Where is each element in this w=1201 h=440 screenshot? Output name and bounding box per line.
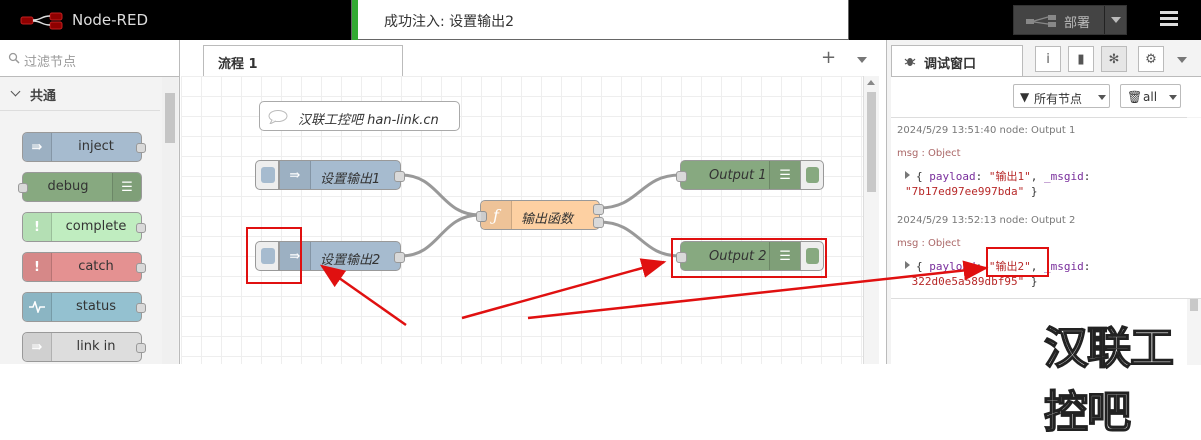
annotation-box-inject-button	[246, 227, 302, 284]
bug-icon[interactable]: ✻	[1101, 46, 1127, 72]
clear-dropdown[interactable]: 🗑 all	[1120, 84, 1181, 108]
node-label: 设置输出1	[320, 172, 381, 187]
annotation-box-output-2	[671, 238, 827, 278]
clear-label: all	[1143, 90, 1158, 104]
message-topic: msg : Object	[897, 238, 961, 249]
output-port[interactable]	[394, 171, 405, 182]
tab-menu-caret-icon[interactable]	[857, 57, 867, 63]
debug-toolbar: ▼ 所有节点 🗑 all	[891, 77, 1201, 118]
message-payload[interactable]: { payload: "输出1", _msgid: "7b17ed97ee997…	[905, 169, 1090, 199]
palette-filter-input[interactable]: 过滤节点	[24, 51, 76, 70]
filter-icon: ▼	[1020, 90, 1030, 104]
gear-icon[interactable]: ⚙	[1138, 46, 1164, 72]
function-icon: ƒ	[481, 201, 512, 229]
output-port	[136, 223, 146, 233]
main-menu-button[interactable]	[1152, 8, 1186, 32]
list-icon: ☰	[112, 173, 141, 201]
palette-scrollbar[interactable]	[162, 77, 178, 364]
palette-node-label: catch	[78, 259, 114, 274]
workspace-tabs: 流程 1 +	[181, 40, 878, 77]
deploy-label: 部署	[1064, 16, 1091, 31]
notification-text: 成功注入: 设置输出2	[384, 14, 515, 30]
palette-node-label: complete	[65, 219, 127, 234]
palette-node-label: debug	[47, 179, 89, 194]
input-port[interactable]	[676, 171, 687, 182]
exclamation-icon: !	[23, 253, 52, 281]
canvas-scrollbar[interactable]	[863, 76, 879, 364]
palette-node-link-in[interactable]: ⇛ link in	[22, 332, 146, 362]
tab-debug[interactable]: 调试窗口	[891, 45, 1023, 76]
chevron-down-icon	[10, 86, 21, 97]
list-icon: ☰	[769, 161, 800, 189]
node-label: 设置输出2	[320, 253, 381, 268]
speech-bubble-icon	[268, 110, 288, 124]
add-flow-icon[interactable]: +	[821, 47, 836, 68]
debug-node-output-1[interactable]: Output 1 ☰	[676, 160, 801, 190]
bug-icon	[904, 58, 916, 66]
output-port[interactable]	[593, 217, 604, 228]
palette-node-label: link in	[76, 339, 116, 354]
book-icon[interactable]: ▮	[1068, 46, 1094, 72]
palette-filter[interactable]: 过滤节点	[0, 40, 179, 77]
comment-node[interactable]: 汉联工控吧 han-link.cn	[259, 101, 460, 131]
notification-toast: 成功注入: 设置输出2	[351, 0, 849, 40]
info-icon[interactable]: i	[1035, 46, 1061, 72]
node-red-logo-icon	[20, 12, 63, 30]
output-port[interactable]	[593, 204, 604, 215]
exclamation-icon: !	[23, 213, 52, 241]
pulse-icon	[23, 293, 52, 321]
output-port	[136, 303, 146, 313]
output-port	[136, 343, 146, 353]
message-meta: 2024/5/29 13:52:13 node: Output 2	[897, 215, 1076, 226]
link-in-icon: ⇛	[23, 333, 52, 361]
message-topic: msg : Object	[897, 148, 961, 159]
watermark-text: 汉联工控吧	[1043, 322, 1175, 439]
tab-label: 流程 1	[218, 57, 258, 72]
deploy-menu-caret-icon[interactable]	[1111, 17, 1121, 23]
palette-category-header[interactable]: 共通	[0, 77, 160, 111]
filter-nodes-dropdown[interactable]: ▼ 所有节点	[1013, 84, 1110, 108]
filter-nodes-label: 所有节点	[1034, 92, 1083, 106]
app-logo: Node-RED	[20, 0, 148, 40]
palette-node-status[interactable]: status	[22, 292, 146, 322]
annotation-box-payload	[986, 247, 1049, 277]
notification-success-bar	[352, 0, 358, 40]
tab-label: 调试窗口	[924, 57, 977, 72]
palette-category-label: 共通	[30, 89, 57, 104]
output-port[interactable]	[394, 252, 405, 263]
tab-flow-1[interactable]: 流程 1	[203, 45, 403, 76]
inject-button[interactable]	[255, 160, 279, 190]
palette-node-catch[interactable]: ! catch	[22, 252, 146, 282]
inject-node-1[interactable]: ⇛ 设置输出1	[279, 160, 405, 190]
deploy-separator	[1104, 6, 1105, 34]
function-node[interactable]: ƒ 输出函数	[476, 200, 604, 230]
palette: 过滤节点 共通 ⇛ inject debug ☰ ! complete ! ca…	[0, 40, 180, 364]
sidebar-menu-caret-icon[interactable]	[1177, 57, 1187, 63]
palette-node-label: status	[76, 299, 116, 314]
output-port	[136, 143, 146, 153]
node-label: 输出函数	[521, 212, 574, 227]
node-label: Output 1	[709, 168, 767, 183]
arrow-in-icon: ⇛	[23, 133, 52, 161]
palette-node-inject[interactable]: ⇛ inject	[22, 132, 146, 162]
palette-node-debug[interactable]: debug ☰	[18, 172, 142, 202]
search-icon	[8, 52, 20, 64]
message-meta: 2024/5/29 13:51:40 node: Output 1	[897, 125, 1076, 136]
output-port	[136, 263, 146, 273]
palette-node-label: inject	[78, 139, 114, 154]
comment-text: 汉联工控吧 han-link.cn	[298, 113, 439, 128]
app-title: Node-RED	[72, 11, 149, 29]
deploy-button[interactable]: 部署	[1013, 5, 1127, 35]
arrow-in-icon: ⇛	[280, 161, 311, 189]
debug-toggle-button[interactable]	[800, 160, 824, 190]
trash-icon: 🗑	[1127, 90, 1143, 104]
expand-icon[interactable]	[905, 261, 910, 269]
debug-message[interactable]: 2024/5/29 13:51:40 node: Output 1 msg : …	[891, 118, 1201, 209]
palette-node-complete[interactable]: ! complete	[22, 212, 146, 242]
expand-icon[interactable]	[905, 171, 910, 179]
deploy-icon	[1026, 15, 1056, 27]
header: Node-RED 成功注入: 设置输出2 部署	[0, 0, 1201, 40]
